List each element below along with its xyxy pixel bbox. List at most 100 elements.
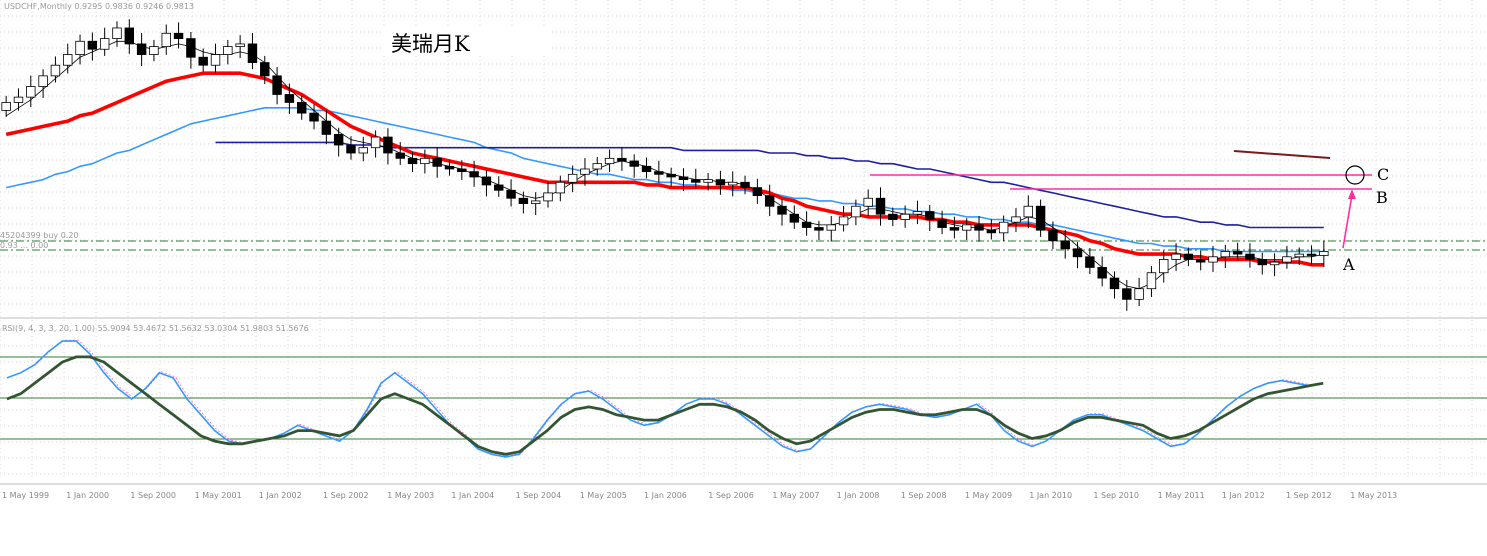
- time-label: 1 Sep 2008: [901, 491, 947, 500]
- candle-bear: [678, 176, 689, 181]
- candle-bull: [1146, 272, 1157, 290]
- candle-bear: [1122, 288, 1132, 300]
- candle-bull: [370, 136, 381, 149]
- time-label: 1 May 2003: [387, 491, 434, 500]
- candle-bear: [1072, 248, 1083, 258]
- candle-bear: [1257, 259, 1267, 266]
- time-label: 1 Sep 2002: [323, 491, 369, 500]
- candle-bear: [1306, 253, 1317, 256]
- candle-bull: [567, 173, 578, 183]
- candle-bear: [666, 173, 676, 178]
- candle-bull: [1171, 253, 1181, 260]
- candle-bear: [1195, 259, 1206, 263]
- candle-bear: [136, 43, 147, 55]
- candle-bull: [1282, 256, 1292, 263]
- candle-bull: [235, 43, 245, 47]
- annotation-b: B: [1376, 188, 1388, 207]
- time-label: 1 Jan 2012: [1222, 491, 1265, 500]
- candle-bull: [112, 27, 122, 40]
- candle-bear: [297, 102, 307, 114]
- candle-bull: [1319, 251, 1329, 256]
- chart-svg: RSI(9, 4, 3, 3, 20, 1.00) 55.9094 53.467…: [0, 0, 1487, 552]
- time-label: 1 May 2011: [1158, 491, 1205, 500]
- annotation-a: A: [1343, 255, 1355, 274]
- candle-bull: [592, 163, 602, 170]
- candle-bull: [1208, 256, 1218, 263]
- candle-bull: [358, 147, 368, 154]
- candle-bear: [198, 56, 208, 66]
- candle-bear: [457, 168, 467, 173]
- candle-bull: [1159, 259, 1169, 274]
- candle-bear: [333, 133, 344, 146]
- candle-bear: [481, 176, 492, 186]
- candle-bull: [223, 46, 233, 55]
- candle-bear: [444, 165, 455, 170]
- candle-bull: [50, 64, 61, 77]
- candle-bear: [1060, 240, 1070, 250]
- symbol-header: USDCHF,Monthly 0.9295 0.9836 0.9246 0.98…: [4, 2, 195, 11]
- time-label: 1 Jan 2004: [451, 491, 494, 500]
- candle-bear: [272, 75, 282, 95]
- candle-bear: [383, 136, 393, 154]
- candle-bull: [962, 224, 972, 231]
- candle-bull: [728, 181, 738, 186]
- candle-bull: [580, 168, 590, 175]
- candle-bear: [346, 144, 356, 154]
- candle-bull: [1, 102, 11, 111]
- candle-bull: [1269, 261, 1280, 266]
- candle-bear: [801, 221, 812, 228]
- time-label: 1 May 2009: [965, 491, 1012, 500]
- candle-bull: [1023, 205, 1033, 218]
- time-label: 1 Jan 2006: [644, 491, 687, 500]
- candle-bull: [420, 157, 430, 165]
- candle-bear: [1109, 277, 1120, 290]
- candle-bear: [1097, 267, 1107, 279]
- candle-bull: [998, 221, 1009, 234]
- time-label: 1 Jan 2008: [837, 491, 880, 500]
- candle-bear: [925, 211, 935, 220]
- candle-bull: [13, 96, 24, 103]
- time-label: 1 Sep 2004: [516, 491, 562, 500]
- candle-bear: [814, 227, 824, 231]
- candle-bull: [912, 211, 923, 215]
- time-label: 1 May 2005: [580, 491, 627, 500]
- chart-root: RSI(9, 4, 3, 3, 20, 1.00) 55.9094 53.467…: [0, 0, 1487, 552]
- candle-bear: [87, 40, 98, 50]
- candle-bull: [1011, 216, 1021, 223]
- candle-bull: [1220, 251, 1231, 258]
- candle-bull: [900, 213, 910, 220]
- candle-bull: [543, 192, 553, 202]
- chart-title-box: 美瑞月K: [383, 25, 550, 56]
- candle-bear: [1183, 253, 1194, 260]
- candle-bear: [309, 112, 319, 122]
- candle-bull: [149, 46, 159, 55]
- candle-bear: [432, 157, 442, 167]
- time-label: 1 Sep 2000: [130, 491, 176, 500]
- candle-bear: [1048, 229, 1058, 242]
- candle-bear: [247, 43, 258, 63]
- candle-bear: [764, 195, 775, 207]
- candle-bear: [506, 189, 516, 199]
- candle-bull: [210, 54, 221, 66]
- rsi-header: RSI(9, 4, 3, 3, 20, 1.00) 55.9094 53.467…: [2, 324, 309, 333]
- candle-bull: [555, 181, 566, 194]
- candle-bull: [703, 179, 713, 183]
- candle-bull: [826, 224, 836, 231]
- candle-bear: [641, 165, 652, 173]
- candle-bull: [38, 75, 48, 87]
- candle-bull: [851, 205, 861, 218]
- candle-bull: [99, 38, 110, 50]
- candle-bull: [530, 200, 541, 204]
- order-label: 45204399 buy 0.20: [0, 231, 79, 240]
- candle-bull: [63, 54, 73, 66]
- candle-bear: [691, 179, 701, 183]
- candle-bull: [75, 40, 85, 55]
- candle-bear: [740, 181, 750, 189]
- candle-bear: [1035, 205, 1046, 231]
- candle-bear: [752, 187, 763, 196]
- candle-bull: [1134, 288, 1144, 300]
- candle-bull: [838, 216, 849, 226]
- candle-bear: [1085, 256, 1095, 268]
- candle-bear: [124, 27, 135, 45]
- time-label: 1 May 2007: [772, 491, 819, 500]
